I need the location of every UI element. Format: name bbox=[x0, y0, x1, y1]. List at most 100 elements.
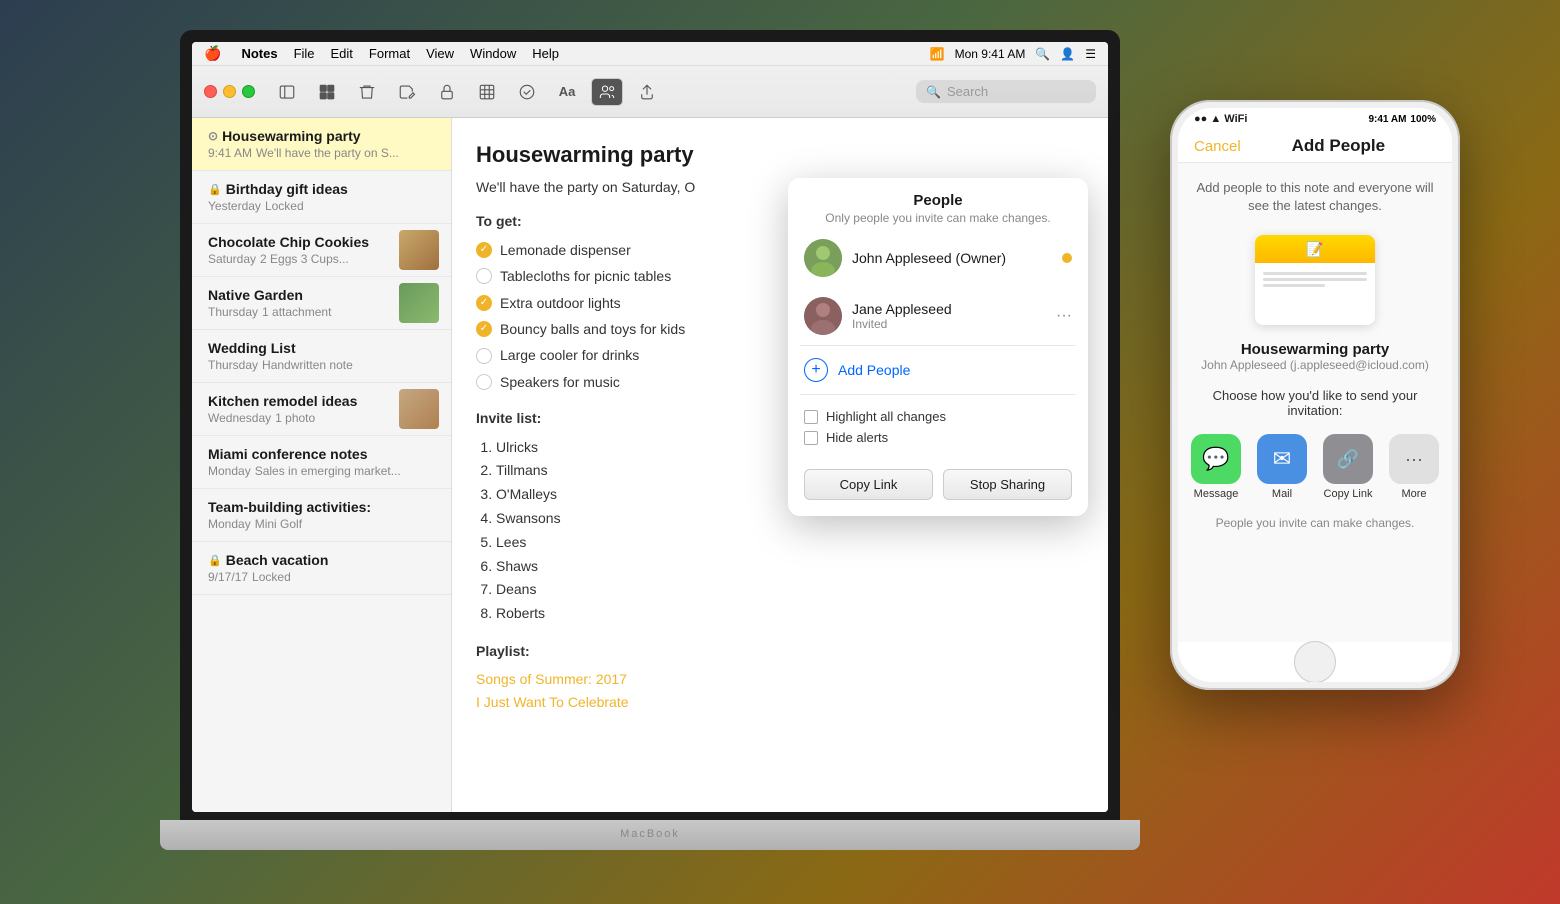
hide-alerts-checkbox[interactable] bbox=[804, 431, 818, 445]
menu-view[interactable]: View bbox=[426, 46, 454, 61]
message-label: Message bbox=[1194, 488, 1239, 500]
minimize-button[interactable] bbox=[223, 85, 236, 98]
share-icon bbox=[638, 83, 656, 101]
note-item-beach[interactable]: 🔒 Beach vacation 9/17/17 Locked bbox=[192, 542, 451, 595]
note-item-team[interactable]: Team-building activities: Monday Mini Go… bbox=[192, 489, 451, 542]
note-item-garden[interactable]: Native Garden Thursday 1 attachment bbox=[192, 277, 451, 330]
hide-alerts-option[interactable]: Hide alerts bbox=[804, 430, 1072, 445]
checkbox-2[interactable] bbox=[476, 268, 492, 284]
apple-menu-icon[interactable]: 🍎 bbox=[204, 45, 221, 62]
lock-button[interactable] bbox=[431, 78, 463, 106]
note-item-birthday[interactable]: 🔒 Birthday gift ideas Yesterday Locked bbox=[192, 171, 451, 224]
popover-subtitle: Only people you invite can make changes. bbox=[804, 211, 1072, 225]
note-item-miami[interactable]: Miami conference notes Monday Sales in e… bbox=[192, 436, 451, 489]
john-name: John Appleseed (Owner) bbox=[852, 250, 1052, 266]
share-app-link[interactable]: 🔗 Copy Link bbox=[1323, 434, 1373, 500]
share-app-message[interactable]: 💬 Message bbox=[1191, 434, 1241, 500]
list-item: Lees bbox=[496, 531, 1084, 555]
person-john: John Appleseed (Owner) bbox=[788, 229, 1088, 287]
checkbox-6[interactable] bbox=[476, 374, 492, 390]
iphone-note-icon: 📝 bbox=[1255, 235, 1375, 263]
highlight-checkbox[interactable] bbox=[804, 410, 818, 424]
note-title: Native Garden bbox=[208, 287, 391, 303]
sidebar-toggle-button[interactable] bbox=[271, 78, 303, 106]
iphone-signal: ●● ▲ WiFi bbox=[1194, 113, 1247, 125]
playlist-link-2[interactable]: I Just Want To Celebrate bbox=[476, 691, 1084, 713]
iphone: ●● ▲ WiFi 9:41 AM 100% Cancel Add People… bbox=[1170, 100, 1460, 690]
app-name[interactable]: Notes bbox=[241, 46, 277, 61]
new-note-button[interactable] bbox=[391, 78, 423, 106]
add-people-label: Add People bbox=[838, 362, 910, 378]
note-meta: Yesterday Locked bbox=[208, 199, 435, 213]
share-app-more[interactable]: ··· More bbox=[1389, 434, 1439, 500]
compose-icon bbox=[398, 83, 416, 101]
list-item: Shaws bbox=[496, 555, 1084, 579]
list-icon[interactable]: ☰ bbox=[1085, 47, 1096, 61]
user-icon[interactable]: 👤 bbox=[1060, 47, 1075, 61]
note-line-1 bbox=[1263, 272, 1367, 275]
table-button[interactable] bbox=[471, 78, 503, 106]
note-line-2 bbox=[1263, 278, 1367, 281]
menubar: 🍎 Notes File Edit Format View Window Hel… bbox=[192, 42, 1108, 66]
share-button[interactable] bbox=[631, 78, 663, 106]
mail-icon: ✉ bbox=[1257, 434, 1307, 484]
menu-window[interactable]: Window bbox=[470, 46, 516, 61]
popover-options: Highlight all changes Hide alerts bbox=[788, 395, 1088, 459]
playlist-link-1[interactable]: Songs of Summer: 2017 bbox=[476, 668, 1084, 690]
iphone-description: Add people to this note and everyone wil… bbox=[1194, 179, 1436, 215]
maximize-button[interactable] bbox=[242, 85, 255, 98]
stop-sharing-button[interactable]: Stop Sharing bbox=[943, 469, 1072, 500]
checkbox-5[interactable] bbox=[476, 348, 492, 364]
note-meta: Monday Mini Golf bbox=[208, 517, 435, 531]
highlight-changes-option[interactable]: Highlight all changes bbox=[804, 409, 1072, 424]
people-popover: People Only people you invite can make c… bbox=[788, 178, 1088, 516]
message-icon: 💬 bbox=[1191, 434, 1241, 484]
popover-actions: Copy Link Stop Sharing bbox=[788, 459, 1088, 516]
iphone-cancel-button[interactable]: Cancel bbox=[1194, 138, 1241, 155]
lock-icon: 🔒 bbox=[208, 554, 222, 567]
grid-view-button[interactable] bbox=[311, 78, 343, 106]
search-input[interactable] bbox=[947, 84, 1086, 99]
note-item-kitchen[interactable]: Kitchen remodel ideas Wednesday 1 photo bbox=[192, 383, 451, 436]
iphone-nav: Cancel Add People bbox=[1178, 130, 1452, 163]
delete-button[interactable] bbox=[351, 78, 383, 106]
jane-info: Jane Appleseed Invited bbox=[852, 301, 1046, 331]
iphone-inner: ●● ▲ WiFi 9:41 AM 100% Cancel Add People… bbox=[1178, 108, 1452, 682]
menu-file[interactable]: File bbox=[294, 46, 315, 61]
add-people-button[interactable]: + Add People bbox=[788, 346, 1088, 394]
checkbox-1[interactable]: ✓ bbox=[476, 242, 492, 258]
search-field[interactable]: 🔍 bbox=[916, 80, 1096, 103]
popover-title: People bbox=[804, 192, 1072, 209]
jane-avatar-img bbox=[804, 297, 842, 335]
checkbox-4[interactable]: ✓ bbox=[476, 321, 492, 337]
note-title: Team-building activities: bbox=[208, 499, 435, 515]
people-icon bbox=[599, 84, 615, 100]
menu-help[interactable]: Help bbox=[532, 46, 559, 61]
search-menu-icon[interactable]: 🔍 bbox=[1035, 47, 1050, 61]
iphone-footer-text: People you invite can make changes. bbox=[1216, 516, 1415, 530]
hide-alerts-label: Hide alerts bbox=[826, 430, 888, 445]
note-thumbnail-garden bbox=[399, 283, 439, 323]
more-options-icon[interactable]: ··· bbox=[1056, 307, 1072, 325]
checkmark-button[interactable] bbox=[511, 78, 543, 106]
menu-format[interactable]: Format bbox=[369, 46, 410, 61]
format-button[interactable]: Aa bbox=[551, 78, 583, 106]
iphone-note-preview: 📝 bbox=[1255, 235, 1375, 325]
menu-edit[interactable]: Edit bbox=[331, 46, 353, 61]
note-item-housewarming[interactable]: ⊙ Housewarming party 9:41 AM We'll have … bbox=[192, 118, 451, 171]
lock-icon: 🔒 bbox=[208, 183, 222, 196]
toolbar: Aa 🔍 bbox=[192, 66, 1108, 118]
home-button[interactable] bbox=[1294, 641, 1336, 682]
note-item-cookies[interactable]: Chocolate Chip Cookies Saturday 2 Eggs 3… bbox=[192, 224, 451, 277]
person-jane: Jane Appleseed Invited ··· bbox=[788, 287, 1088, 345]
note-meta: 9/17/17 Locked bbox=[208, 570, 435, 584]
copy-link-button[interactable]: Copy Link bbox=[804, 469, 933, 500]
share-app-mail[interactable]: ✉ Mail bbox=[1257, 434, 1307, 500]
note-item-wedding[interactable]: Wedding List Thursday Handwritten note bbox=[192, 330, 451, 383]
note-title: 🔒 Beach vacation bbox=[208, 552, 435, 568]
checkbox-3[interactable]: ✓ bbox=[476, 295, 492, 311]
close-button[interactable] bbox=[204, 85, 217, 98]
macbook-screen: 🍎 Notes File Edit Format View Window Hel… bbox=[192, 42, 1108, 812]
collaboration-button[interactable] bbox=[591, 78, 623, 106]
note-meta: Saturday 2 Eggs 3 Cups... bbox=[208, 252, 391, 266]
